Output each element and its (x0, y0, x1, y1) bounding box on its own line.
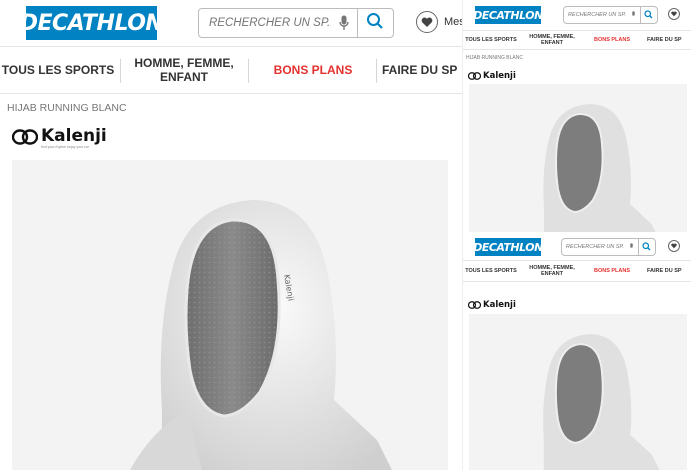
breadcrumb: HIJAB RUNNING BLANC (7, 102, 127, 114)
nav-bons-plans[interactable]: BONS PLANS (585, 261, 639, 281)
search-input[interactable] (209, 17, 331, 29)
hijab-illustration (543, 104, 656, 232)
main-nav: TOUS LES SPORTS HOMME, FEMME, ENFANT BON… (463, 260, 691, 282)
search-input[interactable] (568, 12, 626, 18)
search-icon (644, 6, 653, 24)
product-image[interactable] (469, 84, 687, 232)
nav-faire-du-sport[interactable]: FAIRE DU SP (647, 31, 691, 49)
thumbnail-page-1[interactable]: DECATHLON TOUS LES SPORTS HOMME, FEMME, … (462, 0, 691, 232)
nav-homme-femme-enfant[interactable]: HOMME, FEMME, ENFANT (525, 31, 579, 49)
kalenji-logo-icon (467, 296, 482, 314)
breadcrumb: HIJAB RUNNING BLANC (466, 55, 523, 61)
wishlist-link[interactable] (668, 8, 680, 20)
wishlist-label: Mes (444, 16, 462, 28)
main-nav: TOUS LES SPORTS HOMME, FEMME, ENFANT BON… (463, 30, 691, 50)
brand-logo[interactable]: Kalenji (467, 67, 516, 85)
hijab-illustration (543, 334, 660, 470)
search-button[interactable] (357, 9, 391, 37)
search-box (198, 8, 394, 38)
nav-bons-plans[interactable]: BONS PLANS (585, 31, 639, 49)
nav-divider (248, 59, 249, 83)
mic-icon[interactable] (624, 239, 638, 255)
search-button[interactable] (638, 239, 654, 255)
search-icon (366, 12, 384, 35)
product-image[interactable] (469, 314, 687, 470)
heart-icon (416, 11, 438, 33)
nav-divider (376, 59, 377, 83)
brand-tagline: find your rhythm enjoy your run (41, 145, 90, 149)
brand-name: Kalenji (483, 71, 516, 81)
site-header: DECATHLON Mes (0, 0, 462, 46)
hijab-illustration: Kalenji (130, 200, 392, 470)
decathlon-logo[interactable]: DECATHLON (473, 6, 543, 24)
brand-logo[interactable]: Kalenji find your rhythm enjoy your run (11, 126, 107, 150)
nav-homme-femme-enfant[interactable]: HOMME, FEMME, ENFANT (525, 261, 579, 281)
main-nav: TOUS LES SPORTS HOMME, FEMME, ENFANT BON… (0, 46, 462, 94)
nav-bons-plans[interactable]: BONS PLANS (258, 47, 368, 93)
wishlist-link[interactable] (668, 240, 680, 252)
search-box (561, 238, 656, 256)
heart-icon (668, 240, 680, 252)
decathlon-logo[interactable]: DECATHLON (473, 238, 543, 256)
kalenji-logo-icon (467, 67, 482, 85)
decathlon-logo[interactable]: DECATHLON (20, 6, 164, 40)
brand-name: Kalenji (483, 300, 516, 310)
wishlist-link[interactable]: Mes (416, 11, 462, 33)
thumbnail-page-2[interactable]: DECATHLON TOUS LES SPORTS HOMME, FEMME, … (462, 232, 691, 470)
search-box (563, 6, 658, 24)
nav-homme-femme-enfant[interactable]: HOMME, FEMME, ENFANT (130, 47, 238, 93)
mic-icon[interactable] (331, 9, 357, 37)
search-icon (642, 238, 651, 256)
search-button[interactable] (640, 7, 656, 23)
nav-tous-les-sports[interactable]: TOUS LES SPORTS (0, 47, 116, 93)
nav-faire-du-sport[interactable]: FAIRE DU SP (382, 47, 462, 93)
kalenji-logo-icon (11, 128, 39, 150)
main-product-page: DECATHLON Mes TOUS LES SPORTS HOMME, FEM… (0, 0, 462, 470)
nav-tous-les-sports[interactable]: TOUS LES SPORTS (463, 261, 519, 281)
mic-icon[interactable] (626, 7, 640, 23)
brand-logo[interactable]: Kalenji (467, 296, 516, 314)
nav-divider (120, 59, 121, 83)
brand-name: Kalenji (41, 126, 107, 146)
search-input[interactable] (566, 244, 624, 250)
heart-icon (668, 8, 680, 20)
product-image[interactable]: Kalenji (12, 160, 448, 470)
nav-tous-les-sports[interactable]: TOUS LES SPORTS (463, 31, 519, 49)
nav-faire-du-sport[interactable]: FAIRE DU SP (647, 261, 691, 281)
